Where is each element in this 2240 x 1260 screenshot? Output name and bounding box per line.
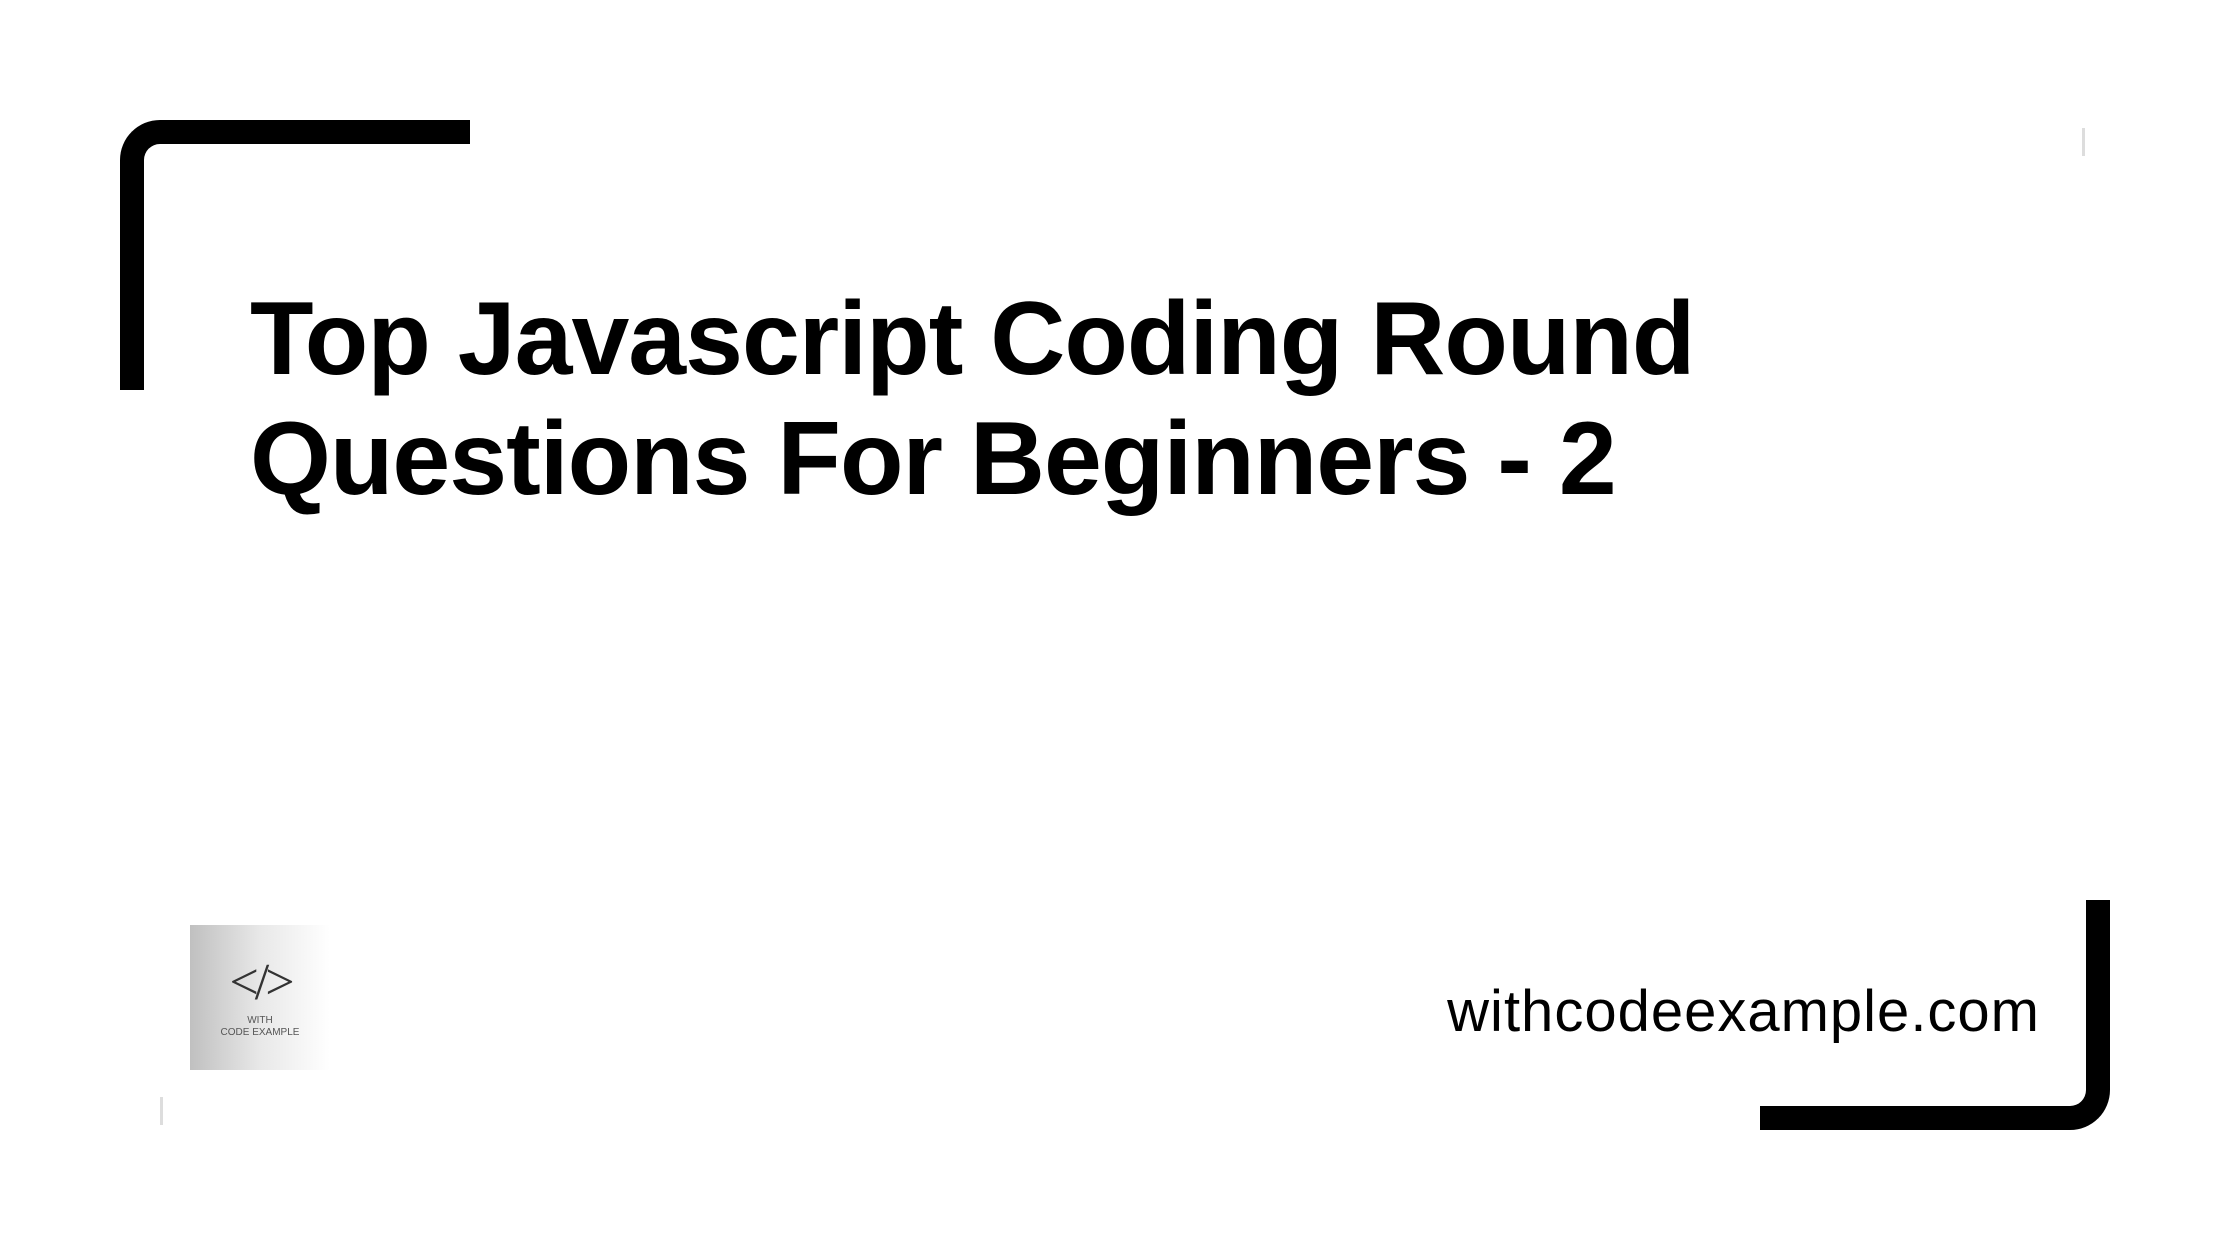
- logo-text-line2: CODE EXAMPLE: [221, 1027, 300, 1039]
- website-url: withcodeexample.com: [1447, 978, 2040, 1045]
- tick-top-right: [2082, 128, 2085, 156]
- code-icon: </>: [229, 957, 290, 1009]
- logo: </> WITH CODE EXAMPLE: [190, 925, 330, 1070]
- page-title: Top Javascript Coding Round Questions Fo…: [250, 280, 1850, 519]
- tick-bottom-left: [160, 1097, 163, 1125]
- logo-text: WITH CODE EXAMPLE: [221, 1015, 300, 1039]
- logo-text-line1: WITH: [221, 1015, 300, 1027]
